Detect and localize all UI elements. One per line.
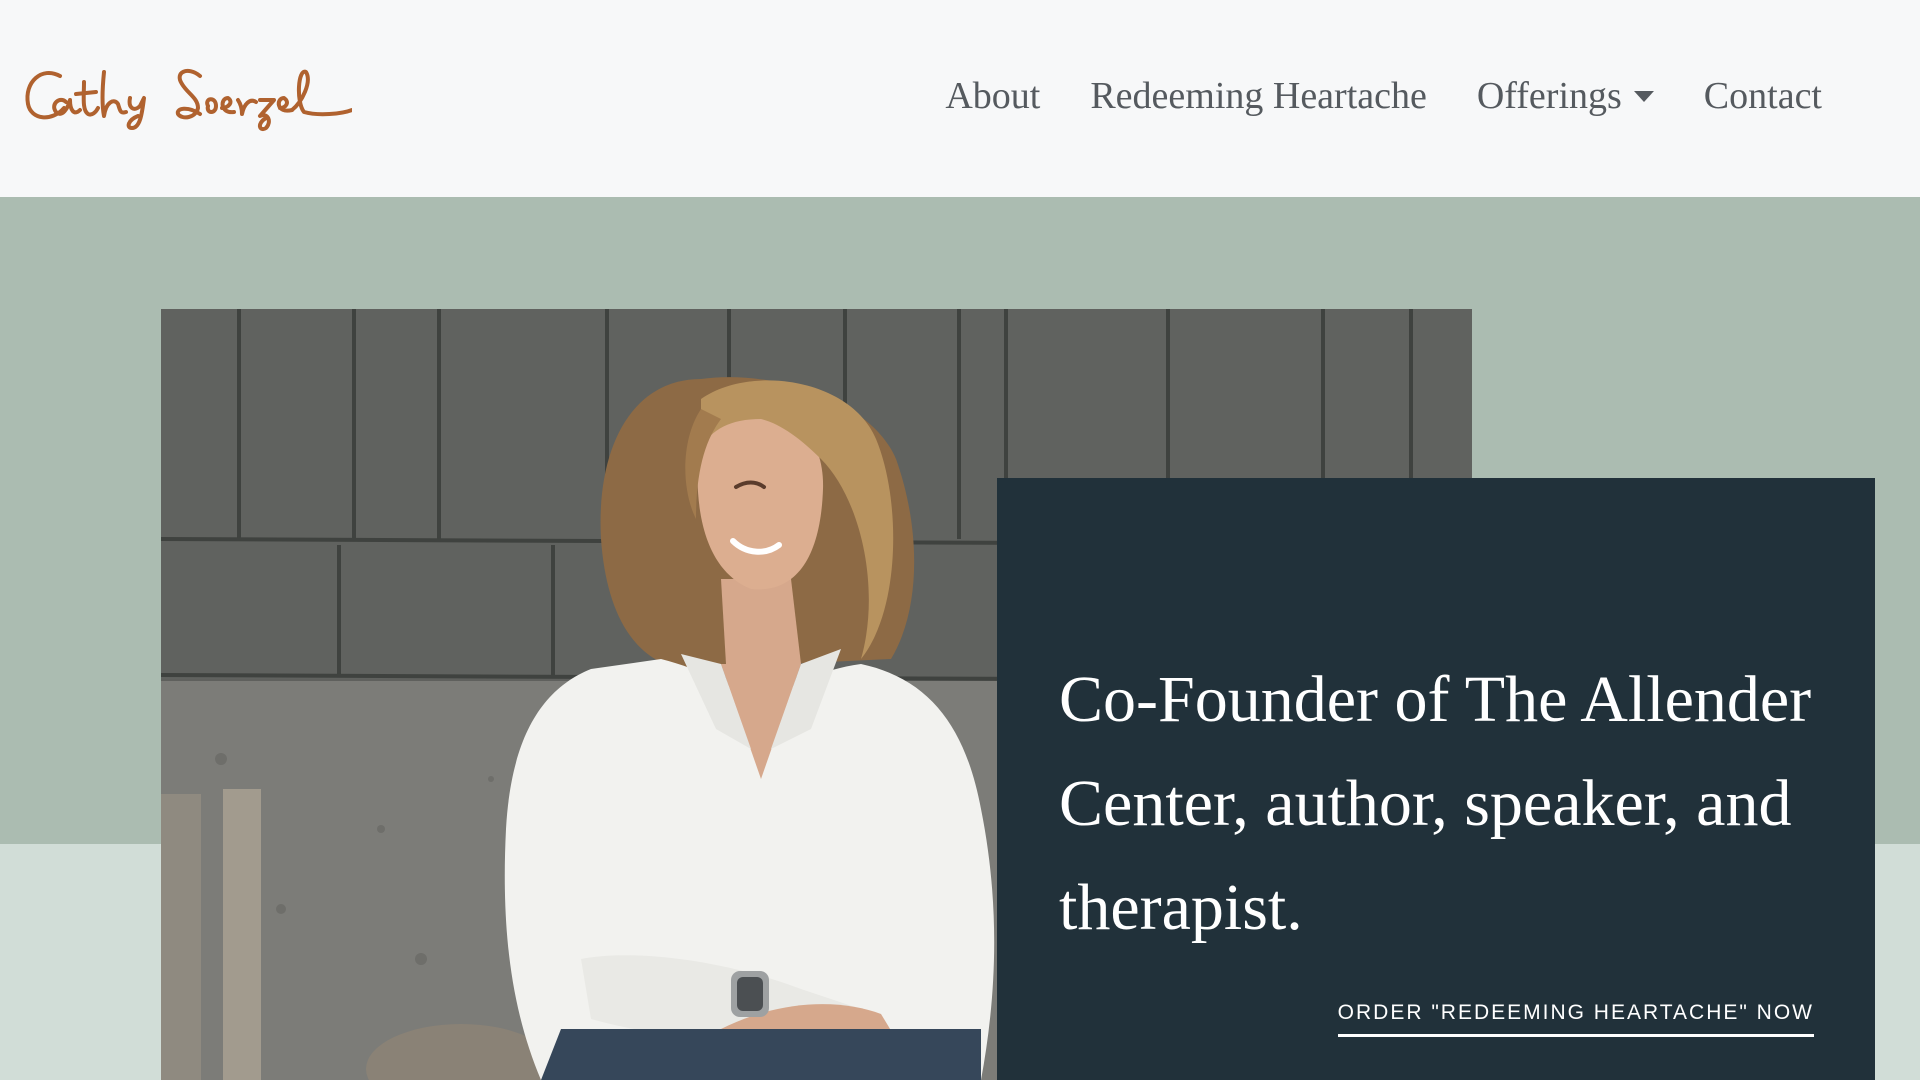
page: About Redeeming Heartache Offerings Cont… <box>0 0 1920 1080</box>
caret-down-icon <box>1633 90 1654 102</box>
nav-offerings-label: Offerings <box>1476 75 1622 117</box>
nav-offerings-dropdown[interactable]: Offerings <box>1477 70 1654 122</box>
site-logo[interactable] <box>22 62 352 132</box>
signature-logo-icon <box>25 68 352 131</box>
nav-about-link[interactable]: About <box>945 70 1040 122</box>
nav-contact-link[interactable]: Contact <box>1704 70 1822 122</box>
hero-headline: Co-Founder of The Allender Center, autho… <box>1059 663 1812 944</box>
site-header: About Redeeming Heartache Offerings Cont… <box>0 0 1920 197</box>
nav-redeeming-heartache-link[interactable]: Redeeming Heartache <box>1090 70 1427 122</box>
order-book-cta-link[interactable]: ORDER "REDEEMING HEARTACHE" NOW <box>1337 1001 1814 1037</box>
main-nav: About Redeeming Heartache Offerings Cont… <box>945 70 1822 122</box>
hero-card: Co-Founder of The Allender Center, autho… <box>997 478 1875 1080</box>
